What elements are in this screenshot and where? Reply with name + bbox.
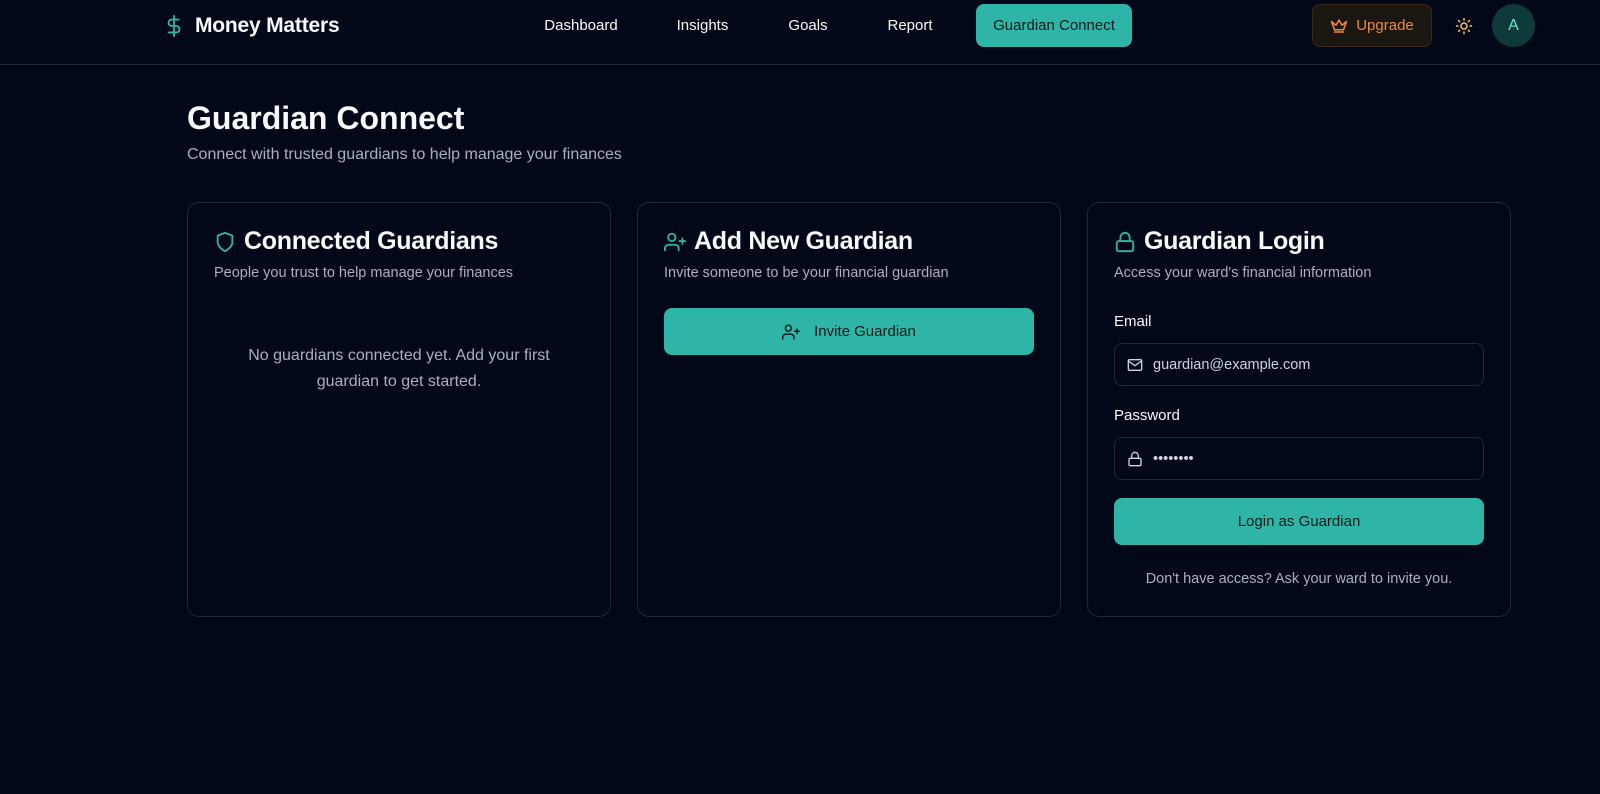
card-header: Connected Guardians <box>214 227 498 256</box>
password-field[interactable] <box>1114 437 1484 480</box>
card-description: Invite someone to be your financial guar… <box>664 265 949 281</box>
invite-guardian-label: Invite Guardian <box>814 323 916 340</box>
nav-goals[interactable]: Goals <box>772 4 844 47</box>
email-field[interactable] <box>1114 343 1484 386</box>
card-title: Guardian Login <box>1144 227 1325 255</box>
connected-guardians-card: Connected Guardians People you trust to … <box>187 202 611 617</box>
card-title: Connected Guardians <box>244 227 499 255</box>
password-input[interactable] <box>1153 450 1473 467</box>
page-subtitle: Connect with trusted guardians to help m… <box>187 146 622 163</box>
login-footnote: Don't have access? Ask your ward to invi… <box>1145 571 1453 587</box>
avatar[interactable]: A <box>1492 4 1535 47</box>
password-label: Password <box>1114 407 1180 424</box>
card-header: Add New Guardian <box>664 227 913 256</box>
page-title: Guardian Connect <box>187 100 465 136</box>
lock-icon <box>1127 451 1143 467</box>
card-title: Add New Guardian <box>694 227 913 255</box>
guardian-login-card: Guardian Login Access your ward's financ… <box>1087 202 1511 617</box>
nav-insights[interactable]: Insights <box>660 4 745 47</box>
top-navbar: Money Matters Dashboard Insights Goals R… <box>0 0 1600 65</box>
empty-state-message: No guardians connected yet. Add your fir… <box>248 347 550 390</box>
nav-report[interactable]: Report <box>870 4 950 47</box>
email-input[interactable] <box>1153 356 1473 373</box>
invite-guardian-button[interactable]: Invite Guardian <box>664 308 1034 355</box>
shield-icon <box>214 231 236 253</box>
upgrade-button[interactable]: Upgrade <box>1312 4 1432 47</box>
mail-icon <box>1127 357 1143 373</box>
email-label: Email <box>1114 313 1152 330</box>
upgrade-label: Upgrade <box>1356 17 1414 34</box>
nav-guardian-connect[interactable]: Guardian Connect <box>976 4 1132 47</box>
card-description: People you trust to help manage your fin… <box>214 265 514 281</box>
user-plus-icon <box>782 323 801 341</box>
nav-dashboard[interactable]: Dashboard <box>521 4 641 47</box>
card-description: Access your ward's financial information <box>1114 265 1372 281</box>
theme-toggle[interactable] <box>1450 12 1478 40</box>
card-header: Guardian Login <box>1114 227 1325 256</box>
user-plus-icon <box>664 231 686 253</box>
login-as-guardian-button[interactable]: Login as Guardian <box>1114 498 1484 545</box>
add-guardian-card: Add New Guardian Invite someone to be yo… <box>637 202 1061 617</box>
crown-icon <box>1330 17 1348 35</box>
lock-icon <box>1114 231 1136 253</box>
sun-icon <box>1455 17 1473 35</box>
